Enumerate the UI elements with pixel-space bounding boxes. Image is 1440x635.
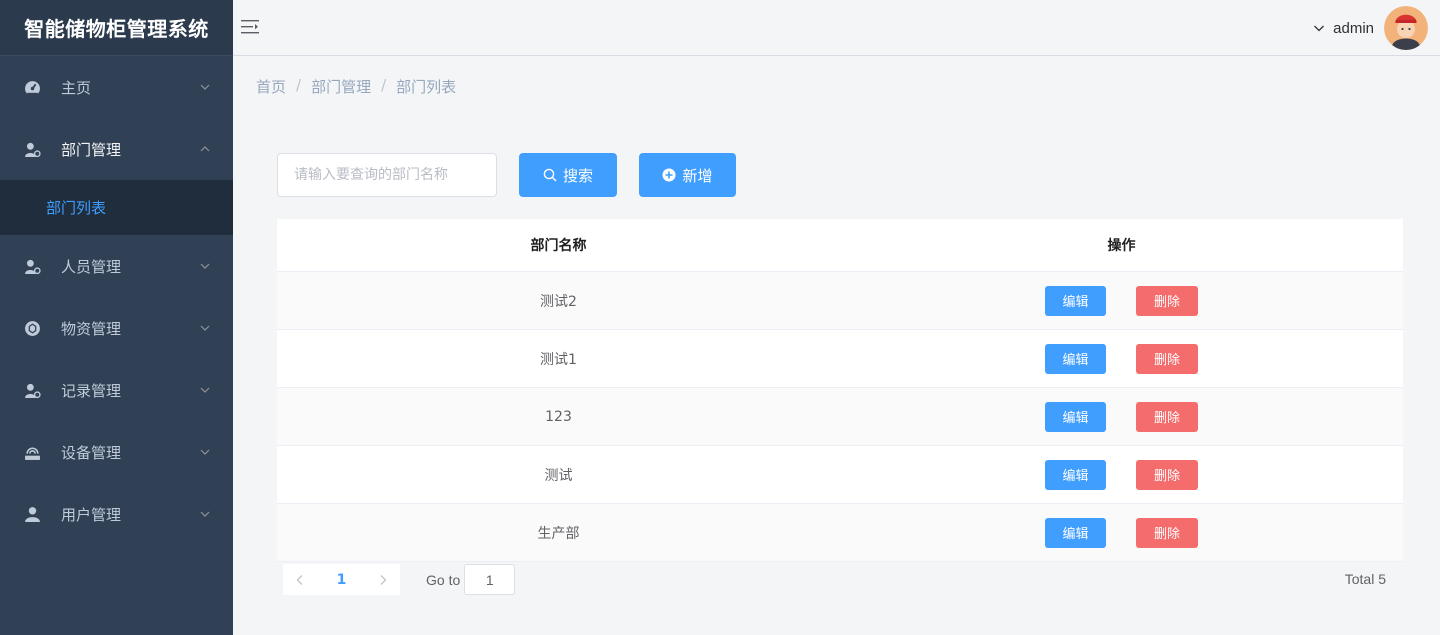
- department-search-input[interactable]: [277, 153, 497, 197]
- dashboard-icon: [23, 78, 41, 96]
- sidebar-item-devices[interactable]: 设备管理: [0, 421, 233, 483]
- goto-page-input[interactable]: [464, 564, 516, 595]
- chevron-down-icon: [200, 449, 210, 455]
- delete-button[interactable]: 删除: [1136, 401, 1198, 432]
- chevron-right-icon[interactable]: [378, 574, 388, 586]
- table-body: 测试2 编辑 删除 测试1 编辑 删除 123 编辑 删除 测试 编辑 删除 生…: [277, 272, 1403, 562]
- delete-button[interactable]: 删除: [1136, 459, 1198, 490]
- sidebar-item-label: 用户管理: [61, 505, 122, 524]
- department-name-cell: 测试: [544, 467, 573, 484]
- table-row: 123 编辑 删除: [277, 388, 1403, 446]
- search-icon: [543, 168, 557, 182]
- table-row: 测试 编辑 删除: [277, 446, 1403, 504]
- sidebar-item-materials[interactable]: 物资管理: [0, 297, 233, 359]
- sidebar-item-records[interactable]: 记录管理: [0, 359, 233, 421]
- chevron-down-icon: [1314, 25, 1325, 32]
- chevron-down-icon: [200, 511, 210, 517]
- sidebar-item-label: 人员管理: [61, 257, 122, 276]
- table-row: 测试1 编辑 删除: [277, 330, 1403, 388]
- sidebar-item-label: 物资管理: [61, 319, 122, 338]
- edit-button[interactable]: 编辑: [1045, 401, 1106, 432]
- pagination: 1 Go to: [283, 564, 516, 595]
- sidebar-item-label: 部门管理: [61, 140, 122, 159]
- delete-button[interactable]: 删除: [1136, 285, 1198, 316]
- edit-button[interactable]: 编辑: [1045, 459, 1106, 490]
- page-number-current[interactable]: 1: [337, 572, 347, 588]
- breadcrumb: 首页 / 部门管理 / 部门列表: [256, 76, 457, 97]
- chevron-down-icon: [200, 325, 210, 331]
- delete-button[interactable]: 删除: [1136, 343, 1198, 374]
- table-header: 部门名称 操作: [277, 219, 1403, 272]
- breadcrumb-home[interactable]: 首页: [256, 76, 286, 97]
- department-table: 部门名称 操作 测试2 编辑 删除 测试1 编辑 删除 123 编辑 删除 测试: [277, 219, 1403, 562]
- total-count: Total 5: [1344, 571, 1386, 587]
- breadcrumb-department-list: 部门列表: [396, 78, 457, 96]
- column-header-actions: 操作: [1107, 238, 1136, 254]
- user-icon: [23, 505, 41, 523]
- sidebar-subitem-label: 部门列表: [46, 199, 107, 217]
- box-icon: [23, 319, 41, 337]
- department-name-cell: 123: [545, 408, 572, 425]
- edit-button[interactable]: 编辑: [1045, 343, 1106, 374]
- plus-circle-icon: [662, 168, 676, 182]
- menu-fold-icon[interactable]: [241, 18, 261, 36]
- delete-button[interactable]: 删除: [1136, 517, 1198, 548]
- chevron-down-icon: [200, 263, 210, 269]
- department-name-cell: 生产部: [537, 525, 580, 542]
- user-settings-icon: [23, 257, 41, 275]
- user-dropdown[interactable]: admin: [1313, 6, 1428, 50]
- user-settings-icon: [23, 381, 41, 399]
- app-title: 智能储物柜管理系统: [0, 0, 233, 56]
- search-button-label: 搜索: [562, 166, 593, 185]
- edit-button[interactable]: 编辑: [1045, 517, 1106, 548]
- edit-button[interactable]: 编辑: [1045, 285, 1106, 316]
- username: admin: [1333, 19, 1374, 37]
- sidebar-item-personnel[interactable]: 人员管理: [0, 235, 233, 297]
- add-button-label: 新增: [682, 166, 713, 185]
- sidebar-item-department[interactable]: 部门管理: [0, 118, 233, 180]
- add-button[interactable]: 新增: [639, 153, 736, 197]
- avatar[interactable]: [1384, 6, 1428, 50]
- sidebar-item-label: 设备管理: [61, 443, 122, 462]
- table-row: 生产部 编辑 删除: [277, 504, 1403, 562]
- goto-label: Go to: [426, 571, 461, 588]
- breadcrumb-department: 部门管理: [311, 78, 372, 96]
- device-icon: [23, 443, 41, 461]
- sidebar-item-label: 记录管理: [61, 381, 122, 400]
- sidebar-subitem-department-list[interactable]: 部门列表: [0, 180, 233, 235]
- table-row: 测试2 编辑 删除: [277, 272, 1403, 330]
- top-navbar: admin: [233, 0, 1440, 56]
- department-name-cell: 测试2: [540, 293, 577, 310]
- goto-page: Go to: [426, 564, 516, 595]
- chevron-left-icon[interactable]: [295, 574, 305, 586]
- department-name-cell: 测试1: [540, 351, 577, 368]
- sidebar-item-label: 主页: [61, 78, 92, 97]
- chevron-down-icon: [200, 387, 210, 393]
- sidebar-item-home[interactable]: 主页: [0, 56, 233, 118]
- sidebar: 智能储物柜管理系统 主页 部门管理 部门列表 人员管理 物资管理 记录管理 设备…: [0, 0, 233, 635]
- chevron-down-icon: [200, 84, 210, 90]
- chevron-up-icon: [200, 146, 210, 152]
- column-header-name: 部门名称: [530, 238, 587, 254]
- sidebar-item-users[interactable]: 用户管理: [0, 483, 233, 545]
- user-settings-icon: [23, 140, 41, 158]
- search-button[interactable]: 搜索: [519, 153, 617, 197]
